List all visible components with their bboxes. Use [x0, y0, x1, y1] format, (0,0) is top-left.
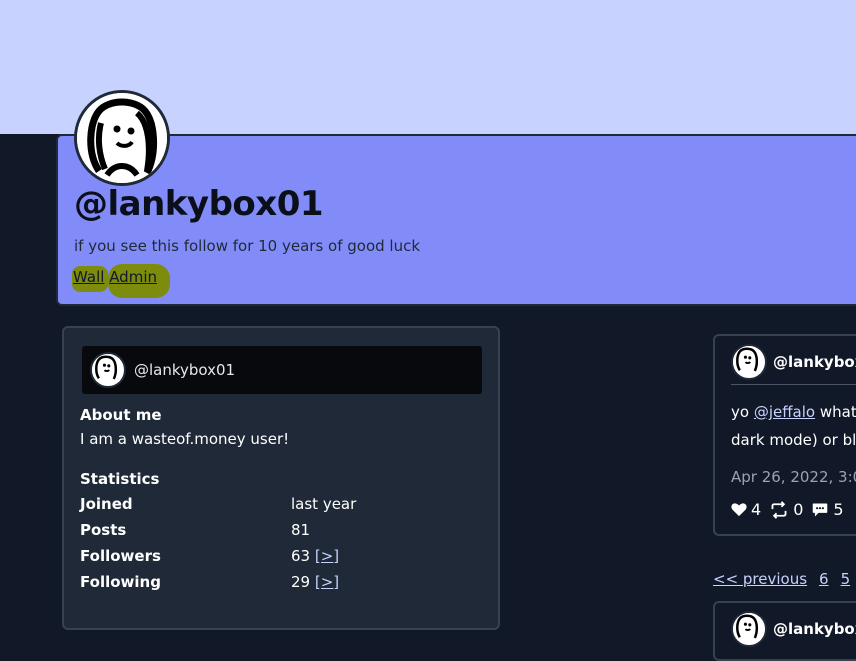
post-text-part: what: [815, 403, 856, 421]
post-header[interactable]: @lankybox01: [731, 344, 856, 380]
post-author[interactable]: @lankybox01: [773, 353, 856, 371]
like-count: 4: [751, 500, 762, 519]
previous-page-link[interactable]: << previous: [713, 570, 807, 588]
profile-username: @lankybox01: [74, 184, 324, 224]
stat-value-text: 29: [291, 573, 311, 591]
stat-label-joined: Joined: [80, 495, 133, 513]
post-card[interactable]: @lankybox01: [713, 601, 856, 661]
post-author[interactable]: @lankybox01: [773, 620, 856, 638]
stat-value-joined: last year: [291, 495, 356, 513]
stat-label-posts: Posts: [80, 521, 127, 539]
following-link[interactable]: [>]: [315, 573, 339, 591]
post-text-part: yo: [731, 403, 754, 421]
avatar: [731, 611, 767, 647]
avatar-drawing-icon: [77, 93, 167, 183]
stats-title: Statistics: [80, 470, 160, 488]
comment-count: 5: [833, 500, 844, 519]
profile-avatar: [74, 90, 170, 186]
comment-button[interactable]: 5: [811, 500, 844, 519]
pagination: << previous 6 5: [713, 570, 856, 588]
profile-tabs: Wall Admin: [73, 268, 157, 286]
about-card-handle: @lankybox01: [134, 361, 236, 379]
mention-link[interactable]: @jeffalo: [754, 403, 815, 421]
heart-icon: [731, 503, 747, 517]
like-button[interactable]: 4: [731, 500, 761, 519]
stat-value-following: 29 [>]: [291, 573, 339, 591]
post-text-part: dark mode) or bl: [731, 431, 856, 449]
repost-icon: [771, 500, 787, 519]
avatar: [90, 352, 126, 388]
stat-value-text: last year: [291, 495, 357, 513]
post-date[interactable]: Apr 26, 2022, 3:0: [731, 468, 856, 486]
stat-label-following: Following: [80, 573, 161, 591]
post-actions: 4 0 5: [731, 500, 852, 519]
about-text: I am a wasteof.money user!: [80, 430, 290, 448]
about-card: @lankybox01 About me I am a wasteof.mone…: [62, 326, 500, 630]
followers-link[interactable]: [>]: [315, 547, 339, 565]
post-text: yo @jeffalo what dark mode) or bl: [731, 398, 856, 454]
comment-icon: [813, 502, 828, 517]
avatar-drawing-icon: [733, 346, 761, 374]
page-link-6[interactable]: 6: [819, 570, 829, 588]
stat-value-posts: 81: [291, 521, 310, 539]
repost-button[interactable]: 0: [769, 500, 803, 519]
post-divider: [731, 384, 856, 385]
tab-wall[interactable]: Wall: [73, 268, 104, 286]
avatar: [731, 344, 767, 380]
tab-admin[interactable]: Admin: [109, 268, 157, 286]
avatar-drawing-icon: [733, 613, 761, 641]
stat-value-text: 81: [291, 521, 311, 539]
stat-label-followers: Followers: [80, 547, 161, 565]
repost-count: 0: [793, 500, 804, 519]
page-link-5[interactable]: 5: [841, 570, 851, 588]
about-card-user-bar[interactable]: @lankybox01: [82, 346, 482, 394]
stat-value-text: 63: [291, 547, 311, 565]
post-card[interactable]: @lankybox01 yo @jeffalo what dark mode) …: [713, 334, 856, 536]
avatar-drawing-icon: [92, 354, 120, 382]
about-title: About me: [80, 406, 162, 424]
post-header[interactable]: @lankybox01: [731, 611, 856, 647]
profile-bio: if you see this follow for 10 years of g…: [74, 237, 421, 255]
stat-value-followers: 63 [>]: [291, 547, 339, 565]
